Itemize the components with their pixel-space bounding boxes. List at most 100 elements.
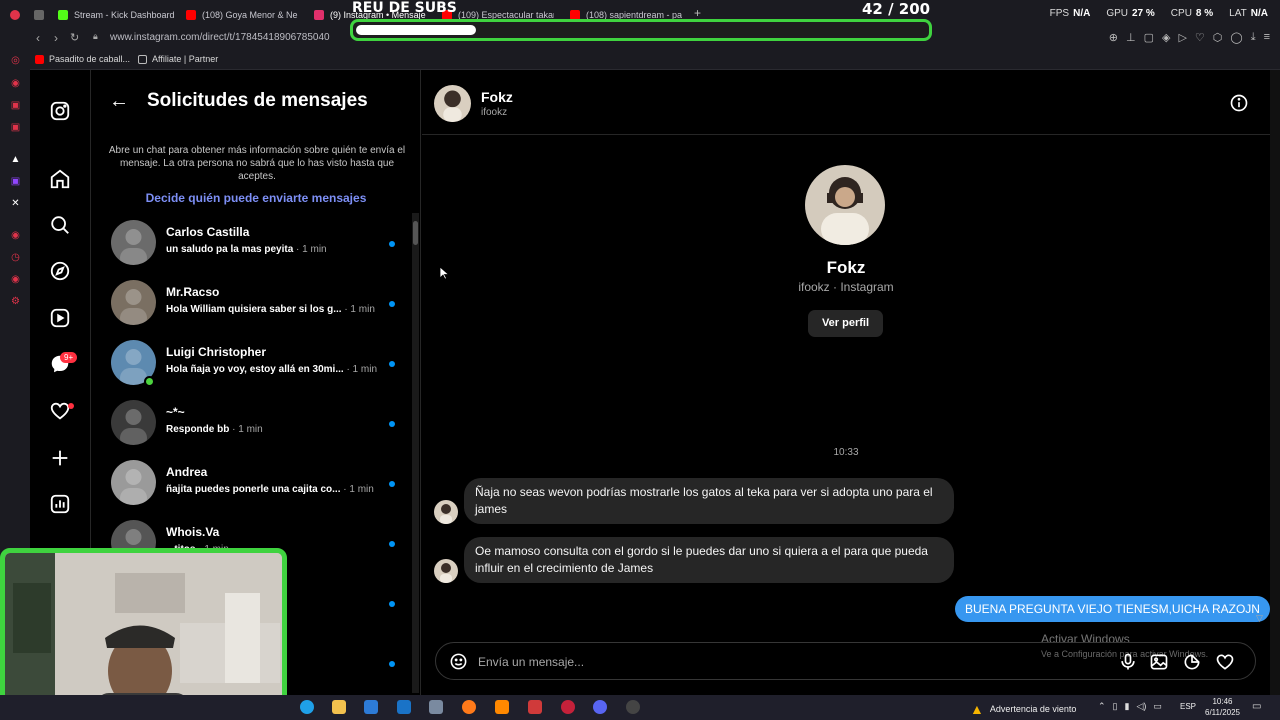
conversation-info-icon[interactable] xyxy=(1229,93,1249,113)
instagram-icon xyxy=(314,10,324,20)
tray-app-icon[interactable]: ▯ xyxy=(1113,701,1118,712)
request-sender-name: Andrea xyxy=(166,465,208,479)
page-scrollbar[interactable] xyxy=(1270,70,1280,695)
explore-icon[interactable] xyxy=(49,260,71,282)
chat-area: Fokz ifookz Fokz ifookz · Instagram Ver … xyxy=(422,70,1270,695)
heart-icon[interactable]: ♡ xyxy=(1195,31,1205,44)
opera-logo-icon[interactable] xyxy=(10,5,22,25)
unread-dot xyxy=(389,241,395,247)
list-item[interactable]: Carlos Castilla un saludo pa la mas peyit… xyxy=(91,212,411,272)
weather-widget[interactable]: ▲ Advertencia de viento xyxy=(970,701,1076,717)
view-profile-button[interactable]: Ver perfil xyxy=(808,310,883,337)
unread-dot xyxy=(389,481,395,487)
bookmark-item[interactable]: Affiliate | Partner xyxy=(138,54,218,64)
zoom-icon[interactable]: ⊕ xyxy=(1109,31,1118,44)
message-input[interactable] xyxy=(478,652,1078,672)
request-time: · 1 min xyxy=(346,364,378,375)
vlc-icon[interactable] xyxy=(495,700,509,714)
emoji-icon[interactable] xyxy=(449,652,468,671)
scroll-thumb[interactable] xyxy=(413,221,418,245)
search-icon[interactable] xyxy=(49,214,71,236)
tabs-menu-icon[interactable] xyxy=(34,5,46,25)
microphone-tray-icon[interactable]: ▮ xyxy=(1125,701,1130,712)
notifications-icon[interactable]: ▭ xyxy=(1252,701,1261,712)
extensions-icon[interactable]: ⬡ xyxy=(1213,31,1223,44)
firefox-icon[interactable] xyxy=(462,700,476,714)
chat-contact-name[interactable]: Fokz xyxy=(481,89,513,105)
list-item[interactable]: ~*~ Responde bb · 1 min xyxy=(91,392,411,452)
profile-avatar[interactable] xyxy=(805,165,885,245)
microphone-icon[interactable] xyxy=(1118,652,1138,672)
history-icon[interactable]: ◷ xyxy=(10,252,21,263)
list-item[interactable]: Mr.Racso Hola William quisiera saber si l… xyxy=(91,272,411,332)
sticker-icon[interactable] xyxy=(1182,652,1202,672)
x-icon[interactable]: ✕ xyxy=(10,198,21,209)
tab-youtube-goya[interactable]: (108) Goya Menor & Nekt xyxy=(186,5,298,25)
message-bubble[interactable]: Ñaja no seas wevon podrías mostrarle los… xyxy=(464,478,954,524)
reels-icon[interactable] xyxy=(49,307,71,329)
sent-status-icon: ▽ xyxy=(1256,613,1263,623)
snapshot-icon[interactable]: ▢ xyxy=(1144,31,1154,44)
discord-icon[interactable] xyxy=(593,700,607,714)
menu-icon[interactable]: ≡ xyxy=(1264,31,1270,44)
outlook-icon[interactable] xyxy=(397,700,411,714)
overlay-progress-fill xyxy=(356,25,476,35)
requests-scrollbar[interactable] xyxy=(412,213,419,693)
messenger-icon[interactable]: ◉ xyxy=(10,78,21,89)
instagram-logo-icon[interactable] xyxy=(49,100,71,122)
profile-icon[interactable]: ◯ xyxy=(1230,31,1242,44)
speed-dial-icon[interactable]: ◉ xyxy=(10,274,21,285)
message-settings-link[interactable]: Decide quién puede enviarte mensajes xyxy=(91,191,420,205)
tray-expand-icon[interactable]: ⌃ xyxy=(1098,701,1106,712)
pin-icon[interactable]: ⊥ xyxy=(1126,31,1136,44)
edge-icon[interactable] xyxy=(300,700,314,714)
opera-taskbar-icon[interactable] xyxy=(561,700,575,714)
aria-icon[interactable]: ◎ xyxy=(10,55,21,66)
chat-contact-username: ifookz xyxy=(481,107,508,118)
address-bar[interactable]: www.instagram.com/direct/t/1784541890678… xyxy=(110,32,330,43)
settings-icon[interactable]: ⚙ xyxy=(10,296,21,307)
message-bubble[interactable]: Oe mamoso consulta con el gordo si le pu… xyxy=(464,537,954,583)
avatar[interactable] xyxy=(434,85,471,122)
list-item[interactable]: Luigi Christopher Hola ñaja yo voy, estoy… xyxy=(91,332,411,392)
page-title: Solicitudes de mensajes xyxy=(147,90,368,111)
image-icon[interactable] xyxy=(1149,652,1169,672)
twitch-icon[interactable]: ▣ xyxy=(10,176,21,187)
shield-icon[interactable]: ◈ xyxy=(1162,31,1170,44)
file-explorer-icon[interactable] xyxy=(332,700,346,714)
back-icon[interactable]: ‹ xyxy=(36,31,40,45)
play-icon[interactable]: ▷ xyxy=(1178,31,1186,44)
clock[interactable]: 10:46 6/11/2025 xyxy=(1205,696,1240,718)
unread-dot xyxy=(389,421,395,427)
request-preview: Hola ñaja yo voy, estoy allá en 30mi... … xyxy=(166,364,401,375)
avatar[interactable] xyxy=(434,500,458,524)
like-heart-icon[interactable] xyxy=(1215,652,1235,672)
reload-icon[interactable]: ↻ xyxy=(70,31,79,44)
warning-icon: ▲ xyxy=(970,701,984,717)
system-tray: ⌃ ▯ ▮ ◁) ▭ xyxy=(1098,701,1162,712)
download-icon[interactable]: ⤓ xyxy=(1251,31,1256,44)
back-arrow-icon[interactable]: ← xyxy=(109,91,129,111)
instagram-side-icon[interactable]: ▣ xyxy=(10,122,21,133)
request-sender-name: Luigi Christopher xyxy=(166,345,266,359)
volume-icon[interactable]: ◁) xyxy=(1136,701,1146,712)
app-icon[interactable] xyxy=(528,700,542,714)
store-icon[interactable] xyxy=(364,700,378,714)
obs-icon[interactable] xyxy=(626,700,640,714)
dashboard-icon[interactable] xyxy=(49,493,71,515)
player-icon[interactable]: ◉ xyxy=(10,230,21,241)
kick-side-icon[interactable]: ▲ xyxy=(10,154,21,165)
tab-kick-dashboard[interactable]: Stream - Kick Dashboard xyxy=(58,5,178,25)
whatsapp-icon[interactable]: ▣ xyxy=(10,100,21,111)
new-tab-button[interactable]: + xyxy=(694,7,701,19)
network-icon[interactable]: ▭ xyxy=(1153,701,1162,712)
app-icon[interactable] xyxy=(429,700,443,714)
avatar[interactable] xyxy=(434,559,458,583)
list-item[interactable]: Andrea ñajita puedes ponerle una cajita c… xyxy=(91,452,411,512)
create-icon[interactable] xyxy=(49,447,71,469)
forward-icon[interactable]: › xyxy=(54,31,58,45)
home-icon[interactable] xyxy=(49,168,71,190)
bookmark-item[interactable]: Pasadito de caball... xyxy=(35,54,130,64)
outgoing-message-bubble[interactable]: BUENA PREGUNTA VIEJO TIENESM,UICHA RAZOJ… xyxy=(955,596,1270,622)
language-indicator[interactable]: ESP xyxy=(1180,702,1196,711)
